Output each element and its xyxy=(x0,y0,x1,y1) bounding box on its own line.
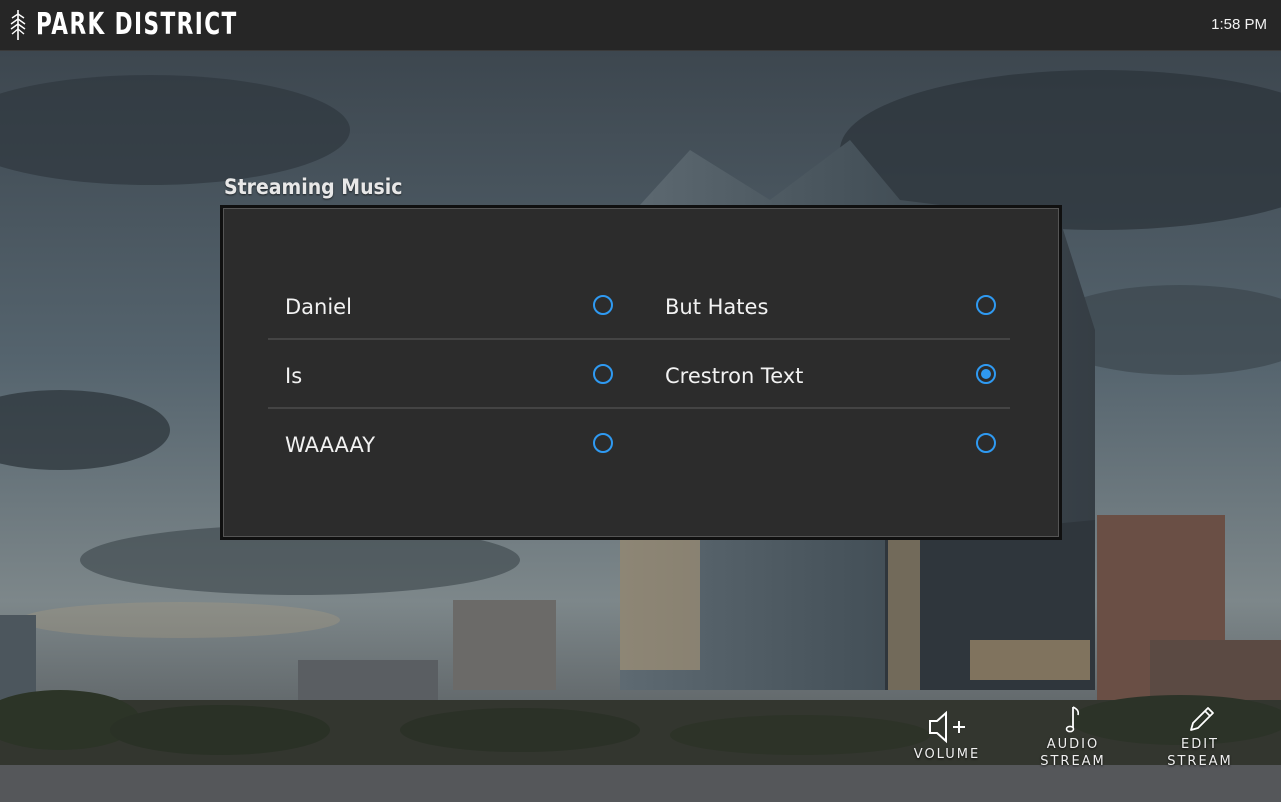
stream-option-label: WAAAAY xyxy=(285,433,376,457)
top-bar: PARK DISTRICT 1:58 PM xyxy=(0,0,1281,51)
stream-option-2[interactable]: But Hates xyxy=(648,273,996,341)
stream-option-3[interactable]: Is xyxy=(268,342,613,410)
brand-title: PARK DISTRICT xyxy=(36,7,238,42)
radio-button[interactable] xyxy=(593,364,613,384)
edit-stream-label: EDIT STREAM xyxy=(1167,737,1233,769)
stream-option-6[interactable] xyxy=(648,411,996,479)
stream-option-label: But Hates xyxy=(665,295,769,319)
speaker-plus-icon xyxy=(929,710,965,744)
divider xyxy=(268,338,1010,340)
pencil-icon xyxy=(1190,707,1214,731)
volume-label: VOLUME xyxy=(913,747,981,762)
radio-button[interactable] xyxy=(593,433,613,453)
music-note-icon xyxy=(1065,706,1080,733)
edit-stream-button[interactable]: EDIT STREAM xyxy=(1163,702,1237,770)
audio-stream-label: AUDIO STREAM xyxy=(1040,737,1106,769)
leaf-logo-icon xyxy=(10,10,26,40)
panel-title: Streaming Music xyxy=(224,175,403,199)
radio-button[interactable] xyxy=(976,433,996,453)
radio-button[interactable] xyxy=(976,295,996,315)
audio-stream-button[interactable]: AUDIO STREAM xyxy=(1036,702,1110,770)
stream-option-label: Daniel xyxy=(285,295,352,319)
stream-option-5[interactable]: WAAAAY xyxy=(268,411,613,479)
radio-button-selected[interactable] xyxy=(976,364,996,384)
streaming-music-panel: Daniel But Hates Is Crestron Text WAAAAY xyxy=(220,205,1062,540)
radio-button[interactable] xyxy=(593,295,613,315)
clock: 1:58 PM xyxy=(1211,16,1267,33)
stream-option-label: Is xyxy=(285,364,303,388)
stream-option-label: Crestron Text xyxy=(665,364,804,388)
stream-option-1[interactable]: Daniel xyxy=(268,273,613,341)
volume-button[interactable]: VOLUME xyxy=(910,708,984,763)
divider xyxy=(268,407,1010,409)
stream-option-4[interactable]: Crestron Text xyxy=(648,342,996,410)
